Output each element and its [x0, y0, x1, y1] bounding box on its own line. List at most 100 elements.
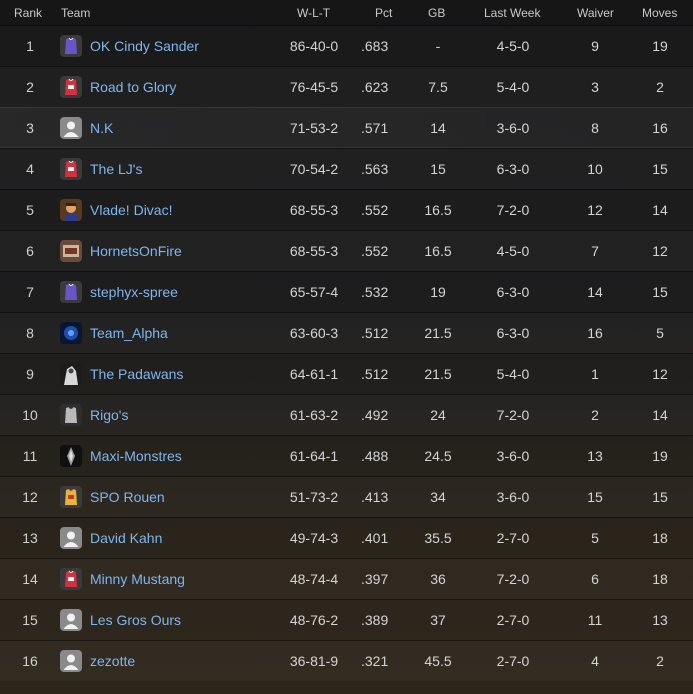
rank-cell: 4: [26, 161, 34, 177]
jersey-red-icon[interactable]: [60, 568, 82, 590]
wlt-cell: 63-60-3: [289, 325, 339, 341]
pct-cell: .401: [361, 530, 389, 546]
team-name-link[interactable]: zezotte: [90, 653, 135, 669]
waiver-cell: 7: [591, 243, 599, 259]
pct-cell: .552: [361, 202, 389, 218]
pct-cell: .563: [361, 161, 389, 177]
jersey-purple-icon[interactable]: [60, 281, 82, 303]
team-name-link[interactable]: N.K: [90, 120, 113, 136]
rank-cell: 1: [26, 38, 34, 54]
table-row: 7 stephyx-spree 65-57-4 .532 19 6-3-0 14 15: [0, 271, 693, 312]
team-name-link[interactable]: Les Gros Ours: [90, 612, 181, 628]
pct-cell: .623: [361, 79, 389, 95]
gb-cell: 21.5: [424, 366, 452, 382]
wlt-cell: 65-57-4: [289, 284, 339, 300]
team-name-link[interactable]: HornetsOnFire: [90, 243, 182, 259]
pct-cell: .321: [361, 653, 389, 669]
team-name-link[interactable]: The Padawans: [90, 366, 183, 382]
moves-cell: 2: [656, 653, 664, 669]
default-user-icon[interactable]: [60, 650, 82, 672]
pct-cell: .397: [361, 571, 389, 587]
table-row: 8 Team_Alpha 63-60-3 .512 21.5 6-3-0 16 5: [0, 312, 693, 353]
team-name-link[interactable]: Team_Alpha: [90, 325, 168, 341]
gb-cell: 14: [430, 120, 446, 136]
pct-cell: .683: [361, 38, 389, 54]
photo-blue-icon[interactable]: [60, 322, 82, 344]
rank-cell: 7: [26, 284, 34, 300]
jersey-purple-icon[interactable]: [60, 35, 82, 57]
team-name-link[interactable]: Rigo's: [90, 407, 128, 423]
gb-cell: 34: [430, 489, 446, 505]
header-moves[interactable]: Moves: [642, 6, 677, 20]
moves-cell: 15: [652, 489, 668, 505]
rank-cell: 14: [22, 571, 38, 587]
table-row: 5 Vlade! Divac! 68-55-3 .552 16.5 7-2-0 12 14: [0, 189, 693, 230]
header-rank[interactable]: Rank: [14, 6, 42, 20]
photo-logo-icon[interactable]: [60, 240, 82, 262]
rank-cell: 10: [22, 407, 38, 423]
default-user-icon[interactable]: [60, 527, 82, 549]
header-wlt[interactable]: W-L-T: [297, 6, 330, 20]
wlt-cell: 48-76-2: [289, 612, 339, 628]
table-row: 10 Rigo's 61-63-2 .492 24 7-2-0 2 14: [0, 394, 693, 435]
photo-portrait-icon[interactable]: [60, 199, 82, 221]
gb-cell: 21.5: [424, 325, 452, 341]
rank-cell: 6: [26, 243, 34, 259]
last-week-cell: 7-2-0: [496, 407, 530, 423]
last-week-cell: 5-4-0: [496, 366, 530, 382]
team-name-link[interactable]: The LJ's: [90, 161, 142, 177]
waiver-cell: 2: [591, 407, 599, 423]
wlt-cell: 36-81-9: [289, 653, 339, 669]
default-user-icon[interactable]: [60, 117, 82, 139]
jersey-red-icon[interactable]: [60, 76, 82, 98]
jersey-yellow-icon[interactable]: [60, 486, 82, 508]
last-week-cell: 3-6-0: [496, 489, 530, 505]
rank-cell: 9: [26, 366, 34, 382]
last-week-cell: 4-5-0: [496, 38, 530, 54]
photo-bw-icon[interactable]: [60, 363, 82, 385]
table-row: 13 David Kahn 49-74-3 .401 35.5 2-7-0 5 18: [0, 517, 693, 558]
header-pct[interactable]: Pct: [375, 6, 392, 20]
wlt-cell: 76-45-5: [289, 79, 339, 95]
last-week-cell: 7-2-0: [496, 202, 530, 218]
pct-cell: .389: [361, 612, 389, 628]
team-name-link[interactable]: Road to Glory: [90, 79, 176, 95]
moves-cell: 15: [652, 161, 668, 177]
pct-cell: .488: [361, 448, 389, 464]
default-user-icon[interactable]: [60, 609, 82, 631]
jersey-grey-icon[interactable]: [60, 404, 82, 426]
photo-dark-icon[interactable]: [60, 445, 82, 467]
header-waiver[interactable]: Waiver: [577, 6, 614, 20]
header-team[interactable]: Team: [61, 6, 90, 20]
last-week-cell: 3-6-0: [496, 120, 530, 136]
waiver-cell: 15: [587, 489, 603, 505]
waiver-cell: 13: [587, 448, 603, 464]
team-name-link[interactable]: stephyx-spree: [90, 284, 178, 300]
team-name-link[interactable]: David Kahn: [90, 530, 162, 546]
wlt-cell: 61-64-1: [289, 448, 339, 464]
table-row: 9 The Padawans 64-61-1 .512 21.5 5-4-0 1 12: [0, 353, 693, 394]
last-week-cell: 2-7-0: [496, 530, 530, 546]
header-gb[interactable]: GB: [428, 6, 445, 20]
gb-cell: -: [435, 38, 441, 54]
rank-cell: 12: [22, 489, 38, 505]
gb-cell: 45.5: [424, 653, 452, 669]
pct-cell: .512: [361, 325, 389, 341]
gb-cell: 24.5: [424, 448, 452, 464]
pct-cell: .512: [361, 366, 389, 382]
waiver-cell: 4: [591, 653, 599, 669]
moves-cell: 19: [652, 448, 668, 464]
header-last-week[interactable]: Last Week: [484, 6, 540, 20]
waiver-cell: 16: [587, 325, 603, 341]
team-name-link[interactable]: Vlade! Divac!: [90, 202, 172, 218]
table-row: 3 N.K 71-53-2 .571 14 3-6-0 8 16: [0, 107, 693, 148]
team-name-link[interactable]: Minny Mustang: [90, 571, 185, 587]
table-row: 16 zezotte 36-81-9 .321 45.5 2-7-0 4 2: [0, 640, 693, 681]
table-row: 14 Minny Mustang 48-74-4 .397 36 7-2-0 6 18: [0, 558, 693, 599]
team-name-link[interactable]: Maxi-Monstres: [90, 448, 182, 464]
last-week-cell: 2-7-0: [496, 612, 530, 628]
standings-table: Rank Team W-L-T Pct GB Last Week Waiver …: [0, 0, 693, 694]
jersey-red-icon[interactable]: [60, 158, 82, 180]
team-name-link[interactable]: SPO Rouen: [90, 489, 165, 505]
team-name-link[interactable]: OK Cindy Sander: [90, 38, 199, 54]
